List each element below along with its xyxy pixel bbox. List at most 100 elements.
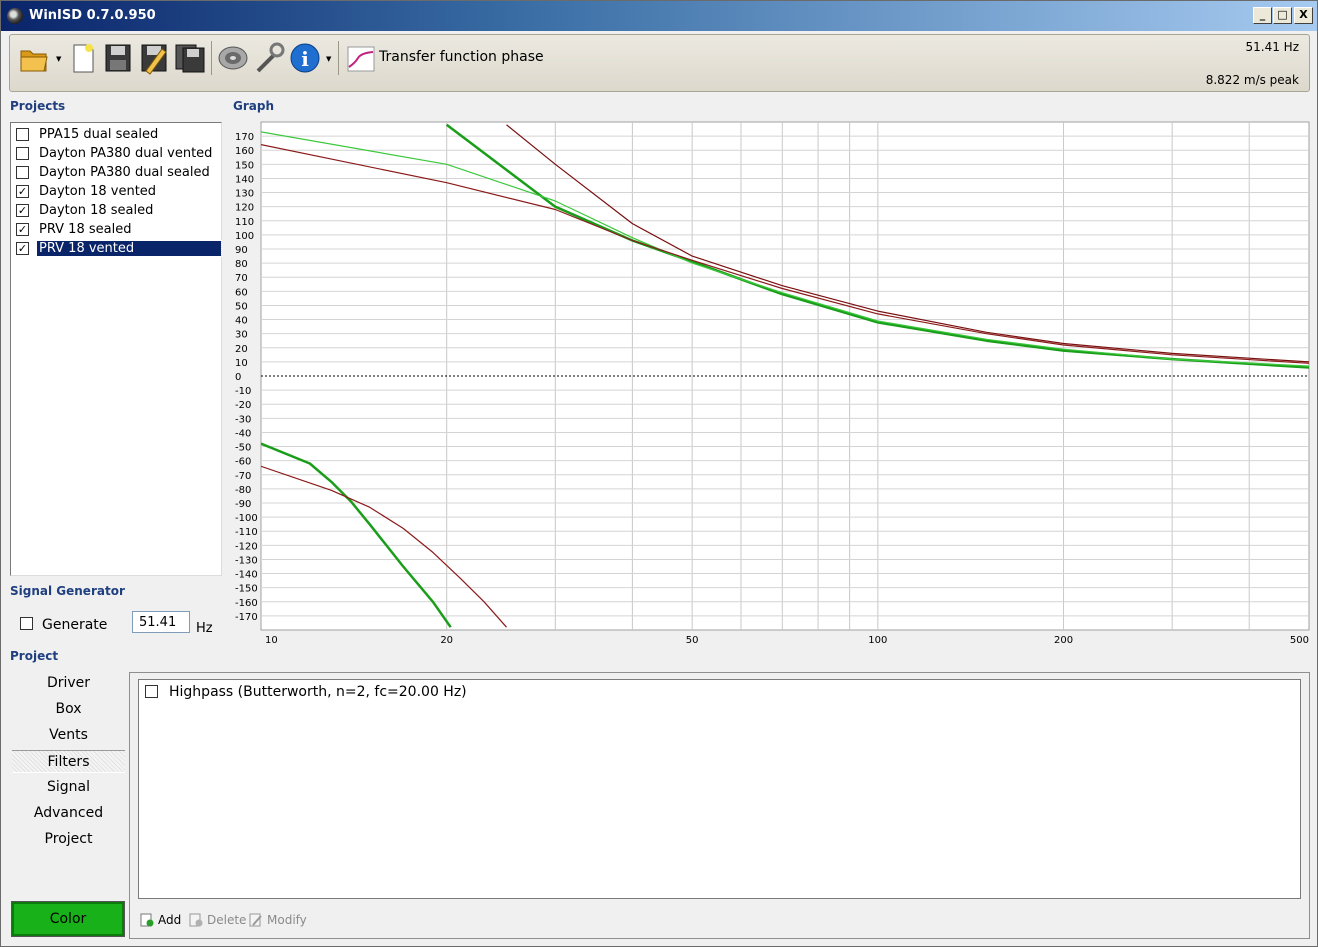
save-as-icon — [141, 44, 167, 75]
save-as-button[interactable] — [138, 41, 170, 75]
generator-frequency-input[interactable]: 51.41 — [132, 611, 190, 633]
x-tick-label: 100 — [868, 635, 887, 646]
y-tick-label: 10 — [235, 358, 248, 369]
add-label: Add — [158, 913, 182, 927]
tab-driver[interactable]: Driver — [12, 672, 125, 695]
driver-editor-button[interactable] — [217, 41, 249, 75]
y-tick-label: -50 — [235, 443, 251, 454]
y-tick-label: -100 — [235, 513, 258, 524]
svg-text:i: i — [301, 47, 309, 71]
x-tick-label: 50 — [686, 635, 699, 646]
signal-generator-heading: Signal Generator — [10, 584, 125, 598]
y-tick-label: -80 — [235, 485, 251, 496]
y-tick-label: -40 — [235, 428, 251, 439]
project-checkbox[interactable]: ✓ — [16, 185, 29, 198]
y-tick-label: 130 — [235, 189, 254, 200]
project-checkbox[interactable]: ✓ — [16, 242, 29, 255]
generate-label: Generate — [42, 617, 108, 633]
y-tick-label: 170 — [235, 132, 254, 143]
save-icon — [105, 44, 131, 72]
open-project-button[interactable] — [18, 41, 50, 75]
delete-filter-button[interactable]: Delete — [189, 911, 246, 929]
modify-filter-button[interactable]: Modify — [249, 911, 309, 929]
project-item[interactable]: ✓ PRV 18 vented — [14, 240, 222, 258]
tools-button[interactable] — [253, 41, 285, 75]
modify-icon — [249, 913, 262, 927]
y-tick-label: -130 — [235, 555, 258, 566]
filters-panel: Highpass (Butterworth, n=2, fc=20.00 Hz)… — [129, 672, 1310, 939]
project-heading: Project — [10, 649, 59, 663]
graph-heading: Graph — [233, 99, 274, 113]
app-icon[interactable] — [7, 8, 23, 24]
y-tick-label: -140 — [235, 570, 258, 581]
tab-project[interactable]: Project — [12, 828, 125, 851]
project-item[interactable]: ✓ PRV 18 sealed — [14, 221, 221, 239]
tab-filters[interactable]: Filters — [12, 750, 125, 773]
project-checkbox[interactable]: ✓ — [16, 223, 29, 236]
projects-list[interactable]: PPA15 dual sealed Dayton PA380 dual vent… — [10, 122, 222, 576]
x-tick-label: 10 — [265, 635, 278, 646]
generate-checkbox[interactable] — [20, 617, 33, 630]
new-project-button[interactable] — [67, 41, 99, 75]
driver-icon — [218, 46, 248, 70]
project-label: PRV 18 vented — [36, 240, 222, 257]
y-tick-label: 120 — [235, 203, 254, 214]
project-item[interactable]: Dayton PA380 dual sealed — [14, 164, 221, 182]
info-icon: i — [290, 43, 320, 73]
project-checkbox[interactable] — [16, 128, 29, 141]
filter-checkbox[interactable] — [145, 685, 158, 698]
save-all-button[interactable] — [174, 41, 206, 75]
project-label: Dayton 18 sealed — [39, 203, 154, 218]
new-icon — [73, 44, 94, 73]
close-button[interactable]: X — [1294, 7, 1313, 24]
maximize-button[interactable]: □ — [1273, 7, 1292, 24]
about-dropdown-arrow[interactable]: ▼ — [326, 55, 331, 63]
y-tick-label: 70 — [235, 273, 248, 284]
toolbar-separator — [211, 41, 212, 75]
add-filter-button[interactable]: Add — [140, 911, 184, 929]
tab-box[interactable]: Box — [12, 698, 125, 721]
y-tick-label: 90 — [235, 245, 248, 256]
graph-area[interactable]: 170 160 150 140 130 120 110 100 90 80 70 60 50 40 30 20… — [231, 116, 1313, 651]
title-bar[interactable]: WinISD 0.7.0.950 _ □ X — [1, 1, 1317, 31]
tab-advanced[interactable]: Advanced — [12, 802, 125, 825]
project-label: PPA15 dual sealed — [39, 127, 159, 142]
x-tick-label: 20 — [440, 635, 453, 646]
project-item[interactable]: Dayton PA380 dual vented — [14, 145, 221, 163]
project-label: Dayton 18 vented — [39, 184, 157, 199]
y-tick-label: 100 — [235, 231, 254, 242]
y-tick-label: 0 — [235, 372, 241, 383]
color-button[interactable]: Color — [11, 901, 125, 937]
about-button[interactable]: i — [289, 41, 321, 75]
project-checkbox[interactable] — [16, 147, 29, 160]
y-tick-label: -20 — [235, 400, 251, 411]
add-icon — [140, 913, 154, 927]
project-checkbox[interactable]: ✓ — [16, 204, 29, 217]
open-dropdown-arrow[interactable]: ▼ — [56, 55, 61, 63]
project-checkbox[interactable] — [16, 166, 29, 179]
app-window: WinISD 0.7.0.950 _ □ X ▼ i ▼ Transfer fu… — [0, 0, 1318, 947]
project-item[interactable]: PPA15 dual sealed — [14, 126, 221, 144]
window-title: WinISD 0.7.0.950 — [29, 8, 156, 23]
graph-type-button[interactable] — [345, 41, 377, 75]
graph-type-label[interactable]: Transfer function phase — [379, 49, 544, 65]
save-project-button[interactable] — [102, 41, 134, 75]
y-tick-label: -30 — [235, 414, 251, 425]
x-tick-label: 500 — [1290, 635, 1309, 646]
save-all-icon — [175, 44, 205, 73]
tab-signal[interactable]: Signal — [12, 776, 125, 799]
filters-list[interactable]: Highpass (Butterworth, n=2, fc=20.00 Hz) — [138, 679, 1301, 899]
minimize-button[interactable]: _ — [1253, 7, 1272, 24]
project-item[interactable]: ✓ Dayton 18 vented — [14, 183, 221, 201]
open-icon — [20, 50, 48, 72]
phase-chart[interactable]: 1701601501401301201101009080706050403020… — [231, 116, 1313, 651]
tab-vents[interactable]: Vents — [12, 724, 125, 747]
y-tick-label: -10 — [235, 386, 251, 397]
y-tick-label: -170 — [235, 612, 258, 623]
toolbar-separator — [338, 41, 339, 75]
y-tick-label: 150 — [235, 160, 254, 171]
project-label: PRV 18 sealed — [39, 222, 132, 237]
x-tick-label: 200 — [1054, 635, 1073, 646]
project-item[interactable]: ✓ Dayton 18 sealed — [14, 202, 221, 220]
delete-icon — [189, 913, 203, 927]
